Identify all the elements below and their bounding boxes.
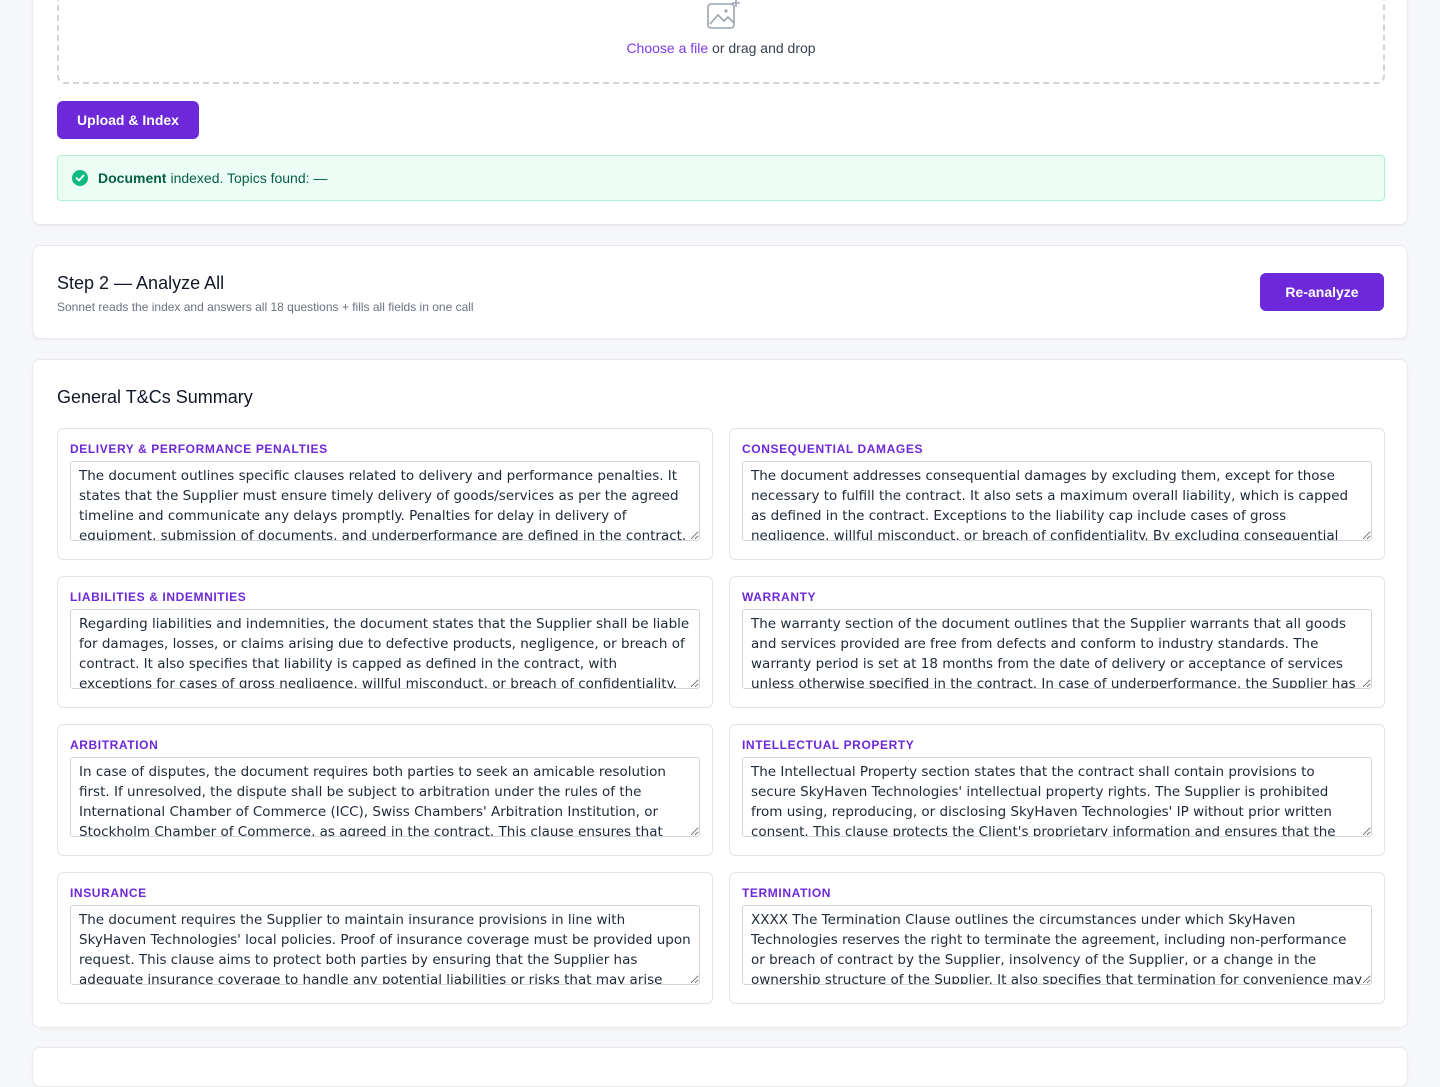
field-delivery-penalties: DELIVERY & PERFORMANCE PENALTIES The doc… — [57, 428, 713, 560]
field-warranty: WARRANTY The warranty section of the doc… — [729, 576, 1385, 708]
field-intellectual-property: INTELLECTUAL PROPERTY The Intellectual P… — [729, 724, 1385, 856]
dropzone-text: Choose a file or drag and drop — [59, 40, 1383, 56]
field-label: INSURANCE — [70, 886, 147, 900]
field-textarea[interactable]: The document outlines specific clauses r… — [70, 461, 700, 541]
status-text: indexed. Topics found: — — [170, 170, 328, 186]
field-arbitration: ARBITRATION In case of disputes, the doc… — [57, 724, 713, 856]
field-textarea[interactable]: XXXX The Termination Clause outlines the… — [742, 905, 1372, 985]
summary-title: General T&Cs Summary — [57, 387, 253, 407]
field-label: ARBITRATION — [70, 738, 159, 752]
field-insurance: INSURANCE The document requires the Supp… — [57, 872, 713, 1004]
file-dropzone[interactable]: Choose a file or drag and drop — [57, 0, 1385, 84]
field-textarea[interactable]: The document addresses consequential dam… — [742, 461, 1372, 541]
field-textarea[interactable]: The warranty section of the document out… — [742, 609, 1372, 689]
reanalyze-button[interactable]: Re-analyze — [1260, 273, 1384, 311]
step2-card: Step 2 — Analyze All Sonnet reads the in… — [32, 245, 1408, 339]
field-label: CONSEQUENTIAL DAMAGES — [742, 442, 924, 456]
check-circle-icon — [72, 170, 88, 186]
field-textarea[interactable]: Regarding liabilities and indemnities, t… — [70, 609, 700, 689]
summary-card: General T&Cs Summary DELIVERY & PERFORMA… — [32, 359, 1408, 1028]
field-textarea[interactable]: The document requires the Supplier to ma… — [70, 905, 700, 985]
field-label: INTELLECTUAL PROPERTY — [742, 738, 915, 752]
step2-title: Step 2 — Analyze All — [57, 273, 225, 293]
choose-file-link[interactable]: Choose a file — [626, 40, 708, 56]
field-label: TERMINATION — [742, 886, 832, 900]
upload-index-button[interactable]: Upload & Index — [57, 101, 199, 139]
status-strong-text: Document — [98, 170, 167, 186]
field-liabilities-indemnities: LIABILITIES & INDEMNITIES Regarding liab… — [57, 576, 713, 708]
field-label: DELIVERY & PERFORMANCE PENALTIES — [70, 442, 328, 456]
upload-card: Choose a file or drag and drop Upload & … — [32, 0, 1408, 225]
field-textarea[interactable]: In case of disputes, the document requir… — [70, 757, 700, 837]
drag-drop-text: or drag and drop — [708, 40, 816, 56]
field-consequential-damages: CONSEQUENTIAL DAMAGES The document addre… — [729, 428, 1385, 560]
index-status-banner: Document indexed. Topics found: — — [57, 155, 1385, 201]
field-termination: TERMINATION XXXX The Termination Clause … — [729, 872, 1385, 1004]
field-label: WARRANTY — [742, 590, 817, 604]
step2-subtitle: Sonnet reads the index and answers all 1… — [57, 300, 474, 314]
next-card — [32, 1047, 1408, 1087]
image-plus-icon — [707, 0, 740, 29]
field-label: LIABILITIES & INDEMNITIES — [70, 590, 247, 604]
field-textarea[interactable]: The Intellectual Property section states… — [742, 757, 1372, 837]
